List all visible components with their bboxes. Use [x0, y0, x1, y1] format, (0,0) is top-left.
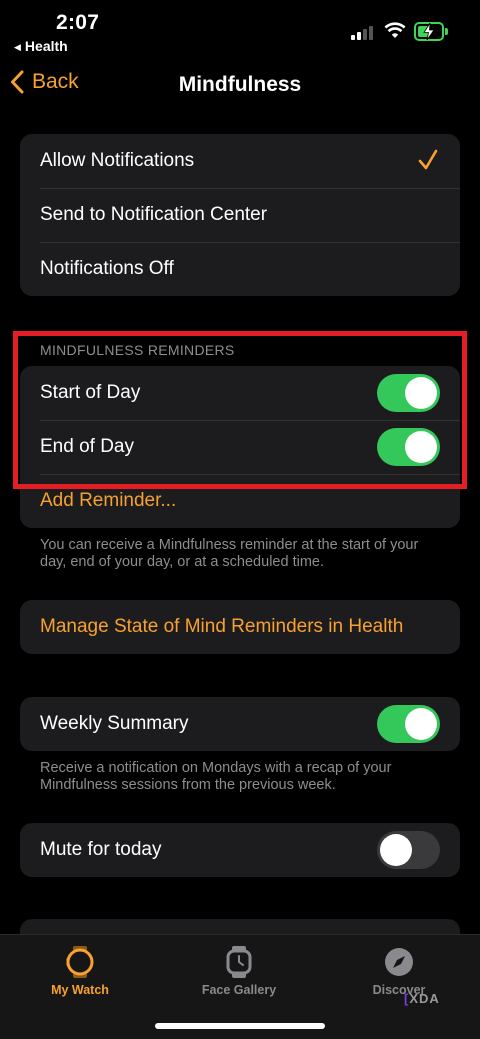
manage-state-of-mind-label: Manage State of Mind Reminders in Health: [40, 616, 404, 637]
option-notifications-off[interactable]: Notifications Off: [20, 242, 460, 296]
weekly-summary-label: Weekly Summary: [40, 713, 189, 734]
checkmark-icon: [418, 149, 438, 170]
option-label: Allow Notifications: [40, 150, 195, 171]
tab-face-gallery-label: Face Gallery: [201, 983, 277, 997]
page-title: Mindfulness: [178, 73, 302, 96]
tab-my-watch[interactable]: My Watch: [20, 945, 140, 997]
state-of-mind-group: Manage State of Mind Reminders in Health: [20, 600, 460, 654]
tab-discover[interactable]: Discover: [339, 945, 459, 997]
reminders-footer-text: You can receive a Mindfulness reminder a…: [40, 537, 419, 570]
triangle-left-icon: ◀: [14, 42, 21, 52]
manage-state-of-mind-link[interactable]: Manage State of Mind Reminders in Health: [20, 600, 460, 654]
compass-icon: [385, 948, 413, 976]
tab-face-gallery[interactable]: Face Gallery: [179, 945, 299, 997]
add-reminder-label: Add Reminder...: [40, 490, 177, 511]
xda-watermark: [XDA: [404, 991, 440, 1006]
option-send-to-notification-center[interactable]: Send to Notification Center: [20, 188, 460, 242]
option-label: Send to Notification Center: [40, 204, 268, 225]
weekly-summary-footer-text: Receive a notification on Mondays with a…: [40, 760, 392, 793]
option-label: Notifications Off: [40, 258, 174, 279]
weekly-summary-group: Weekly Summary: [20, 697, 460, 751]
weekly-summary-toggle[interactable]: [377, 705, 440, 743]
mute-toggle[interactable]: [377, 831, 440, 869]
battery-icon: [414, 22, 444, 41]
status-back-app-label: Health: [24, 38, 68, 54]
watch-face-icon: [226, 946, 252, 978]
weekly-summary-row: Weekly Summary: [20, 697, 460, 751]
option-allow-notifications[interactable]: Allow Notifications: [20, 134, 460, 188]
tab-my-watch-label: My Watch: [51, 983, 109, 997]
notification-options-group: Allow Notifications Send to Notification…: [20, 134, 460, 296]
charging-bolt-icon: [423, 23, 435, 40]
wifi-icon: [384, 22, 406, 38]
mute-label: Mute for today: [40, 839, 162, 860]
home-indicator[interactable]: [155, 1023, 325, 1029]
status-time: 2:07: [56, 11, 100, 34]
watch-icon: [66, 946, 94, 978]
highlight-box: [13, 331, 467, 489]
status-back-to-app[interactable]: ◀ Health: [14, 38, 68, 54]
mute-group: Mute for today: [20, 823, 460, 877]
cellular-signal-icon: [351, 26, 375, 40]
mute-row: Mute for today: [20, 823, 460, 877]
